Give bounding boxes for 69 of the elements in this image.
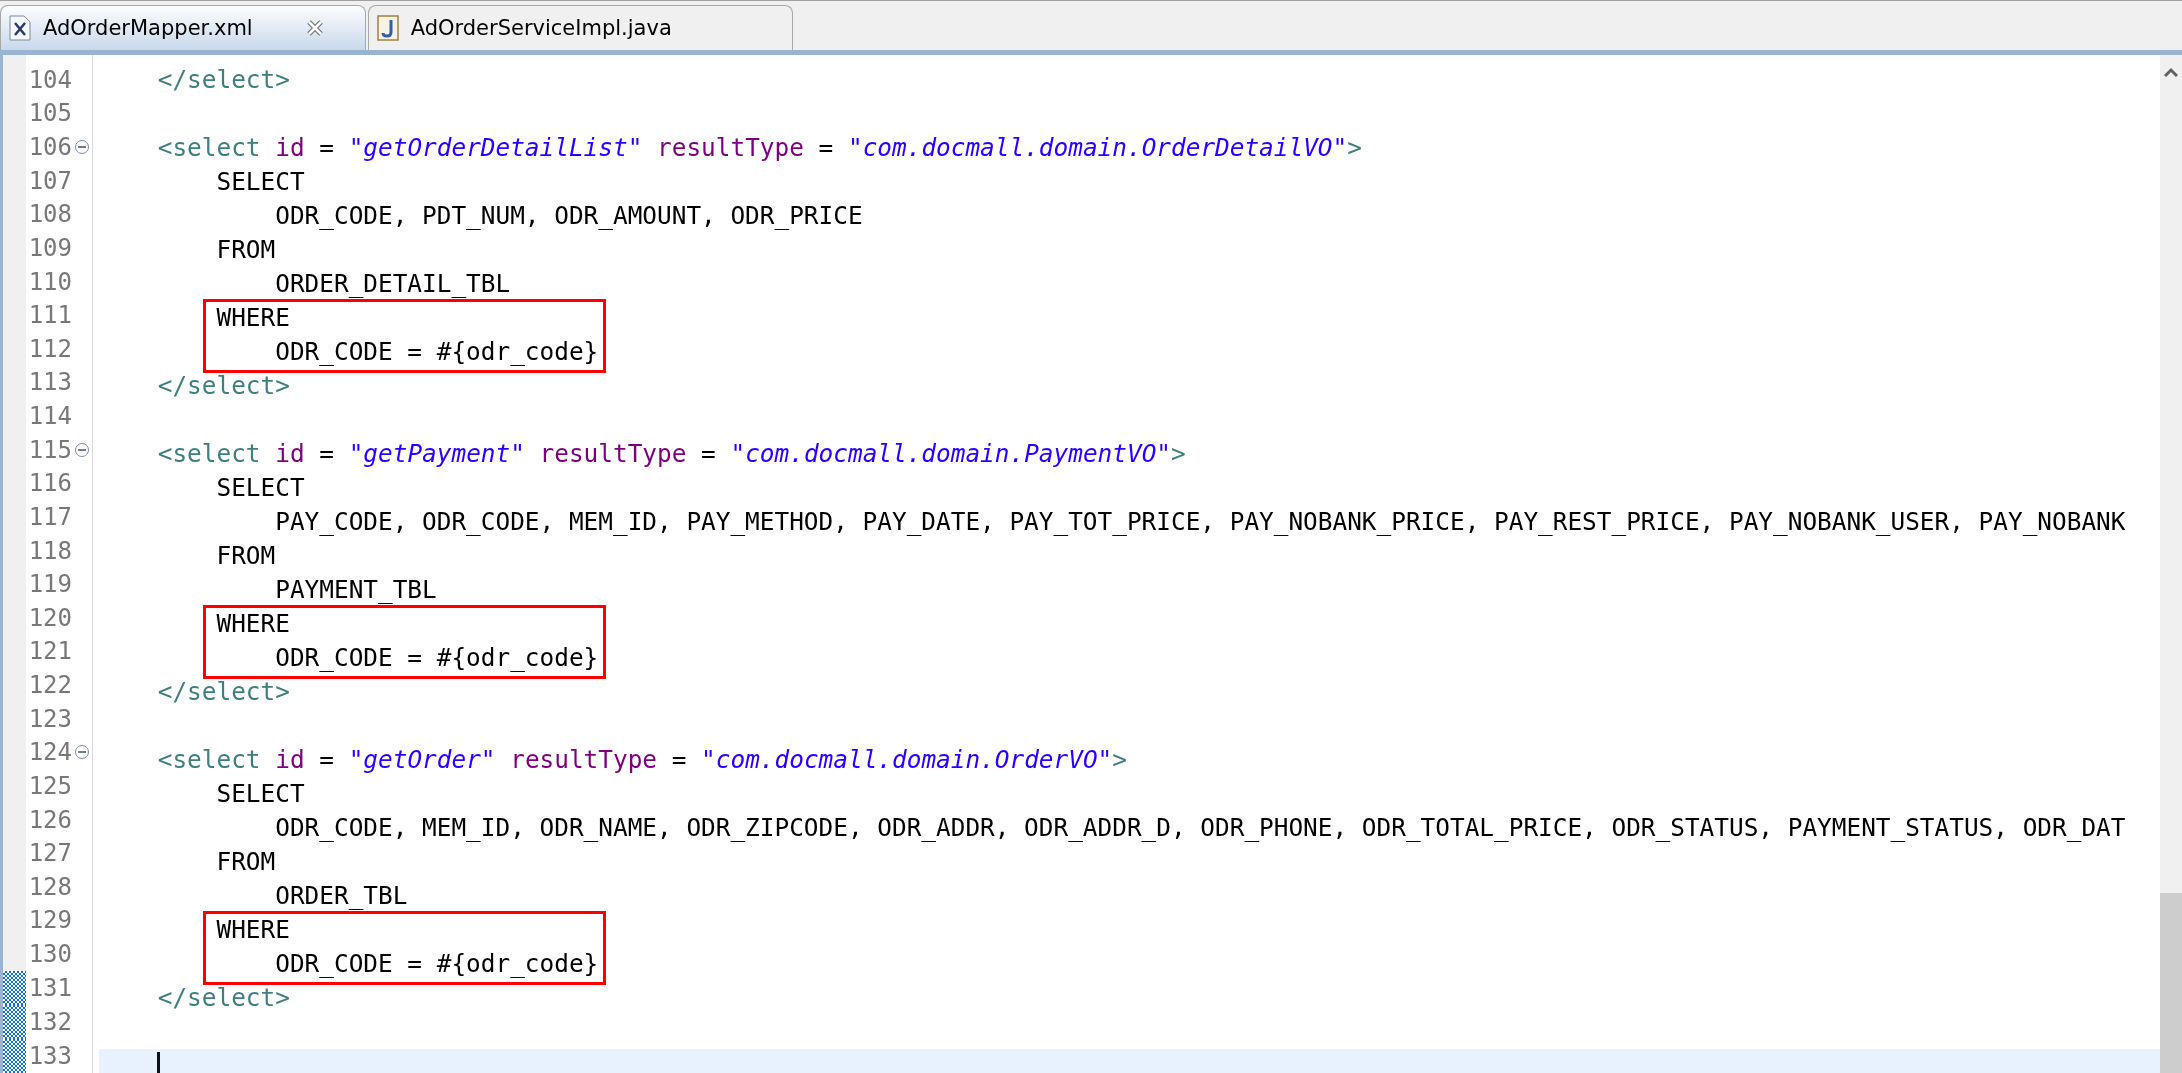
code-line: ODR_CODE, PDT_NUM, ODR_AMOUNT, ODR_PRICE — [274, 201, 863, 230]
code-line: </select> — [156, 371, 290, 400]
line-number: 108 — [27, 200, 72, 229]
code-line: ODR_CODE = #{odr_code} — [274, 949, 599, 978]
line-number: 130 — [27, 940, 72, 969]
line-number: 121 — [27, 637, 72, 666]
line-number: 105 — [27, 99, 72, 128]
line-number: 115 — [27, 435, 72, 464]
line-number: 111 — [27, 301, 72, 330]
line-number: 117 — [27, 502, 72, 531]
line-number: 120 — [27, 603, 72, 632]
line-number: 132 — [27, 1007, 72, 1036]
tab-label: AdOrderMapper.xml — [43, 16, 253, 40]
code-line: </select> — [156, 983, 290, 1012]
code-line: SELECT — [215, 779, 305, 808]
code-line: ODR_CODE = #{odr_code} — [274, 643, 599, 672]
editor-tab[interactable]: AdOrderMapper.xml — [0, 5, 366, 50]
collapse-icon[interactable] — [74, 139, 90, 156]
code-line: FROM — [215, 235, 276, 264]
scrollbar-thumb[interactable] — [2160, 893, 2182, 1073]
code-line: FROM — [215, 541, 276, 570]
line-number: 119 — [27, 570, 72, 599]
line-number: 124 — [27, 738, 72, 767]
tab-label: AdOrderServiceImpl.java — [410, 16, 672, 40]
vertical-scrollbar[interactable] — [2160, 55, 2182, 1073]
code-line: SELECT — [215, 167, 305, 196]
line-number: 128 — [27, 872, 72, 901]
code-line: WHERE — [215, 915, 290, 944]
code-line: <select id = "getPayment" resultType = "com.docmall.domain.PaymentVO"> — [156, 439, 1186, 468]
collapse-icon[interactable] — [74, 744, 90, 761]
code-line: PAY_CODE, ODR_CODE, MEM_ID, PAY_METHOD, PAY_DATE, PAY_TOT_PRICE, PAY_NOBANK_PRICE, PAY_REST_PRICE, PAY_NOBANK_USER, PAY_NOBANK — [274, 507, 2126, 536]
line-number: 104 — [27, 65, 72, 94]
code-line: ODR_CODE = #{odr_code} — [274, 337, 599, 366]
line-number: 126 — [27, 805, 72, 834]
code-line: WHERE — [215, 609, 290, 638]
line-number: 107 — [27, 166, 72, 195]
line-number: 118 — [27, 536, 72, 565]
scroll-up-icon[interactable] — [2164, 67, 2178, 77]
code-line: ODR_CODE, MEM_ID, ODR_NAME, ODR_ZIPCODE, ODR_ADDR, ODR_ADDR_D, ODR_PHONE, ODR_TOTAL_PRICE, ODR_STATUS, PAYMENT_STATUS, ODR_DAT — [274, 813, 2126, 842]
code-line: <select id = "getOrder" resultType = "com.docmall.domain.OrderVO"> — [156, 745, 1127, 774]
line-number: 114 — [27, 402, 72, 431]
java-file-icon — [376, 15, 399, 41]
line-number: 106 — [27, 133, 72, 162]
line-number: 123 — [27, 704, 72, 733]
code-line: <select id = "getOrderDetailList" resultType = "com.docmall.domain.OrderDetailVO"> — [156, 133, 1362, 162]
code-line: </select> — [156, 65, 290, 94]
code-line: ORDER_DETAIL_TBL — [274, 269, 511, 298]
line-number: 131 — [27, 973, 72, 1002]
code-line: FROM — [215, 847, 276, 876]
line-number: 129 — [27, 906, 72, 935]
line-number: 113 — [27, 368, 72, 397]
line-number: 133 — [27, 1041, 72, 1070]
code-line: ORDER_TBL — [274, 881, 408, 910]
line-number: 125 — [27, 771, 72, 800]
line-number: 109 — [27, 233, 72, 262]
xml-file-icon — [9, 15, 31, 41]
line-number: 116 — [27, 469, 72, 498]
line-number: 110 — [27, 267, 72, 296]
code-line: SELECT — [215, 473, 305, 502]
close-icon[interactable] — [304, 18, 325, 38]
code-line: PAYMENT_TBL — [274, 575, 437, 604]
text-cursor — [156, 1052, 160, 1073]
line-number: 112 — [27, 334, 72, 363]
code-line: WHERE — [215, 303, 290, 332]
line-number: 127 — [27, 839, 72, 868]
editor-tab[interactable]: AdOrderServiceImpl.java — [367, 5, 793, 50]
code-line: </select> — [156, 677, 290, 706]
collapse-icon[interactable] — [74, 441, 90, 458]
line-number: 122 — [27, 671, 72, 700]
